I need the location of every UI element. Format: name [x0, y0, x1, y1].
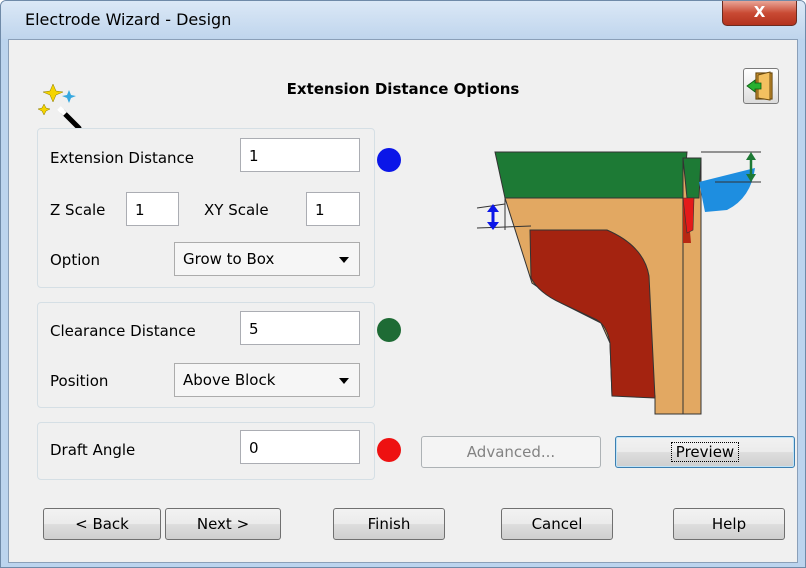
option-select-value: Grow to Box: [183, 250, 275, 268]
xy-scale-input[interactable]: 1: [306, 192, 360, 226]
back-button[interactable]: < Back: [43, 508, 161, 540]
xy-scale-label: XY Scale: [204, 201, 269, 219]
page-heading: Extension Distance Options: [286, 80, 520, 98]
extension-group: Extension Distance 1 Z Scale 1 XY Scale …: [37, 128, 375, 288]
position-label: Position: [50, 372, 109, 390]
exit-door-icon: [746, 71, 773, 101]
extension-color-indicator: [377, 148, 401, 172]
preview-button-label: Preview: [670, 442, 740, 462]
position-select-value: Above Block: [183, 371, 276, 389]
draft-angle-label: Draft Angle: [50, 441, 136, 459]
clearance-group: Clearance Distance 5 Position Above Bloc…: [37, 302, 375, 408]
clearance-color-indicator: [377, 318, 401, 342]
chevron-down-icon: [339, 257, 349, 263]
z-scale-label: Z Scale: [50, 201, 106, 219]
wizard-window: Electrode Wizard - Design X Extension Di…: [0, 0, 806, 568]
position-select[interactable]: Above Block: [174, 363, 360, 397]
advanced-button[interactable]: Advanced...: [421, 436, 601, 468]
clearance-distance-label: Clearance Distance: [50, 322, 196, 340]
preview-button[interactable]: Preview: [615, 436, 795, 468]
help-button[interactable]: Help: [673, 508, 785, 540]
draft-group: Draft Angle 0: [37, 422, 375, 480]
exit-button[interactable]: [743, 68, 779, 104]
extension-distance-input[interactable]: 1: [240, 138, 360, 172]
z-scale-input[interactable]: 1: [126, 192, 179, 226]
next-button[interactable]: Next >: [165, 508, 281, 540]
draft-angle-input[interactable]: 0: [240, 430, 360, 464]
chevron-down-icon: [339, 378, 349, 384]
draft-color-indicator: [377, 438, 401, 462]
title-bar: Electrode Wizard - Design X: [1, 1, 805, 39]
electrode-diagram: [476, 151, 761, 415]
window-title: Electrode Wizard - Design: [25, 10, 232, 29]
finish-button[interactable]: Finish: [333, 508, 445, 540]
extension-distance-label: Extension Distance: [50, 149, 194, 167]
dialog-body: Extension Distance Options Extension Dis…: [8, 39, 798, 563]
clearance-distance-input[interactable]: 5: [240, 311, 360, 345]
cancel-button[interactable]: Cancel: [501, 508, 613, 540]
close-button[interactable]: X: [722, 1, 797, 26]
option-select[interactable]: Grow to Box: [174, 242, 360, 276]
option-label: Option: [50, 251, 101, 269]
